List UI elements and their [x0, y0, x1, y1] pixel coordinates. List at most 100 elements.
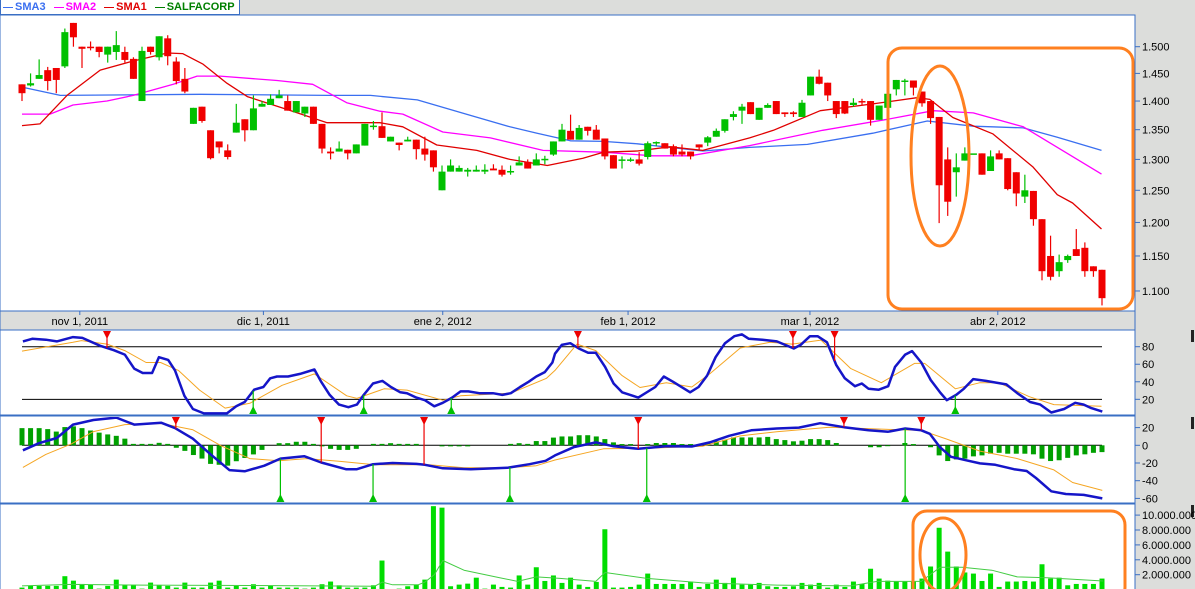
candle[interactable]: [61, 28, 69, 68]
candle[interactable]: [352, 144, 360, 154]
candle-body: [189, 107, 197, 124]
macd-histogram-bar: [790, 441, 796, 446]
axis-tick-label: 6.000.000: [1142, 540, 1191, 552]
price-panel[interactable]: [0, 14, 1136, 312]
candle[interactable]: [721, 119, 729, 133]
macd-histogram-bar: [508, 443, 514, 446]
candle-body: [875, 105, 883, 120]
volume-bar: [662, 583, 668, 589]
candle-body: [515, 162, 523, 166]
candle[interactable]: [644, 141, 652, 160]
volume-bar: [902, 581, 908, 589]
candle-body: [181, 78, 189, 92]
candle-body: [978, 153, 986, 175]
candle-body: [198, 106, 206, 121]
macd-histogram-bar: [130, 443, 136, 446]
candle[interactable]: [807, 76, 815, 96]
macd-histogram-bar: [825, 440, 831, 446]
candle[interactable]: [841, 101, 849, 115]
candle-body: [1081, 247, 1089, 272]
candle-body: [815, 76, 823, 84]
candle[interactable]: [198, 106, 206, 123]
candle-body: [1072, 249, 1080, 256]
axis-tick-label: 1.200: [1142, 217, 1170, 229]
candle[interactable]: [601, 138, 609, 160]
macd-histogram-bar: [1082, 445, 1088, 455]
candle-body: [969, 153, 977, 155]
candle-body: [44, 70, 52, 82]
macd-histogram-bar: [182, 445, 188, 451]
candle-body: [121, 51, 129, 60]
macd-histogram-bar: [345, 445, 351, 450]
candle-body: [327, 151, 335, 154]
stock-chart[interactable]: 1.500 1.450 1.400 1.350 1.300 1.250 1.200 1.150…: [0, 0, 1195, 589]
candle[interactable]: [747, 102, 755, 115]
macd-histogram-bar: [765, 436, 771, 446]
candle[interactable]: [1004, 158, 1012, 191]
candle[interactable]: [875, 105, 883, 120]
macd-histogram-bar: [465, 445, 471, 447]
candle-body: [464, 169, 472, 172]
candle[interactable]: [549, 141, 557, 156]
candle[interactable]: [387, 136, 395, 142]
panel-resize-handle[interactable]: [1191, 330, 1194, 342]
candle[interactable]: [189, 107, 197, 124]
macd-histogram-bar: [328, 445, 334, 449]
candle[interactable]: [138, 46, 146, 102]
candle-body: [532, 159, 540, 166]
candle-body: [635, 159, 643, 164]
candle-body: [892, 79, 900, 90]
volume-bar: [679, 583, 685, 589]
candle-body: [318, 123, 326, 149]
macd-histogram-bar: [868, 445, 874, 448]
candle-body: [695, 144, 703, 148]
candle[interactable]: [978, 153, 986, 175]
candle[interactable]: [609, 155, 617, 169]
candle[interactable]: [772, 101, 780, 115]
candle[interactable]: [155, 36, 163, 61]
macd-histogram-bar: [559, 436, 565, 446]
date-label: ene 2, 2012: [414, 316, 472, 328]
macd-histogram-bar: [448, 445, 454, 447]
macd-histogram-bar: [370, 443, 376, 446]
macd-histogram-bar: [259, 445, 265, 450]
macd-histogram-bar: [165, 443, 171, 446]
macd-histogram-bar: [19, 428, 25, 446]
candle[interactable]: [207, 130, 215, 160]
axis-tick-label: 20: [1142, 394, 1154, 406]
candle[interactable]: [969, 153, 977, 155]
candle-body: [807, 76, 815, 96]
volume-bar: [593, 581, 599, 589]
candle-body: [1064, 255, 1072, 261]
volume-bar: [1022, 580, 1028, 589]
candle[interactable]: [661, 143, 669, 149]
volume-bar: [893, 581, 899, 589]
candle-body: [155, 36, 163, 58]
macd-histogram-bar: [139, 443, 145, 446]
candle-body: [1089, 266, 1097, 272]
macd-histogram-bar: [670, 442, 676, 446]
macd-histogram-bar: [653, 442, 659, 446]
macd-histogram-bar: [885, 445, 891, 447]
candle-body: [344, 149, 352, 154]
panel-resize-handle[interactable]: [1191, 417, 1194, 429]
macd-histogram-bar: [319, 445, 325, 447]
candle[interactable]: [292, 101, 300, 113]
candle-body: [824, 82, 832, 96]
candle-body: [412, 139, 420, 150]
candle[interactable]: [129, 57, 137, 79]
candle-body: [352, 144, 360, 154]
candle-body: [781, 112, 789, 115]
axis-tick-label: 80: [1142, 342, 1154, 354]
candle[interactable]: [361, 123, 369, 146]
candle-body: [472, 169, 480, 172]
candle[interactable]: [309, 106, 317, 124]
candle-body: [549, 141, 557, 155]
candle-body: [69, 22, 77, 38]
candle[interactable]: [1038, 219, 1046, 281]
macd-histogram-bar: [1073, 445, 1079, 456]
volume-bar: [465, 583, 471, 589]
candle-body: [772, 101, 780, 115]
candle[interactable]: [755, 107, 763, 120]
candle-body: [789, 112, 797, 115]
